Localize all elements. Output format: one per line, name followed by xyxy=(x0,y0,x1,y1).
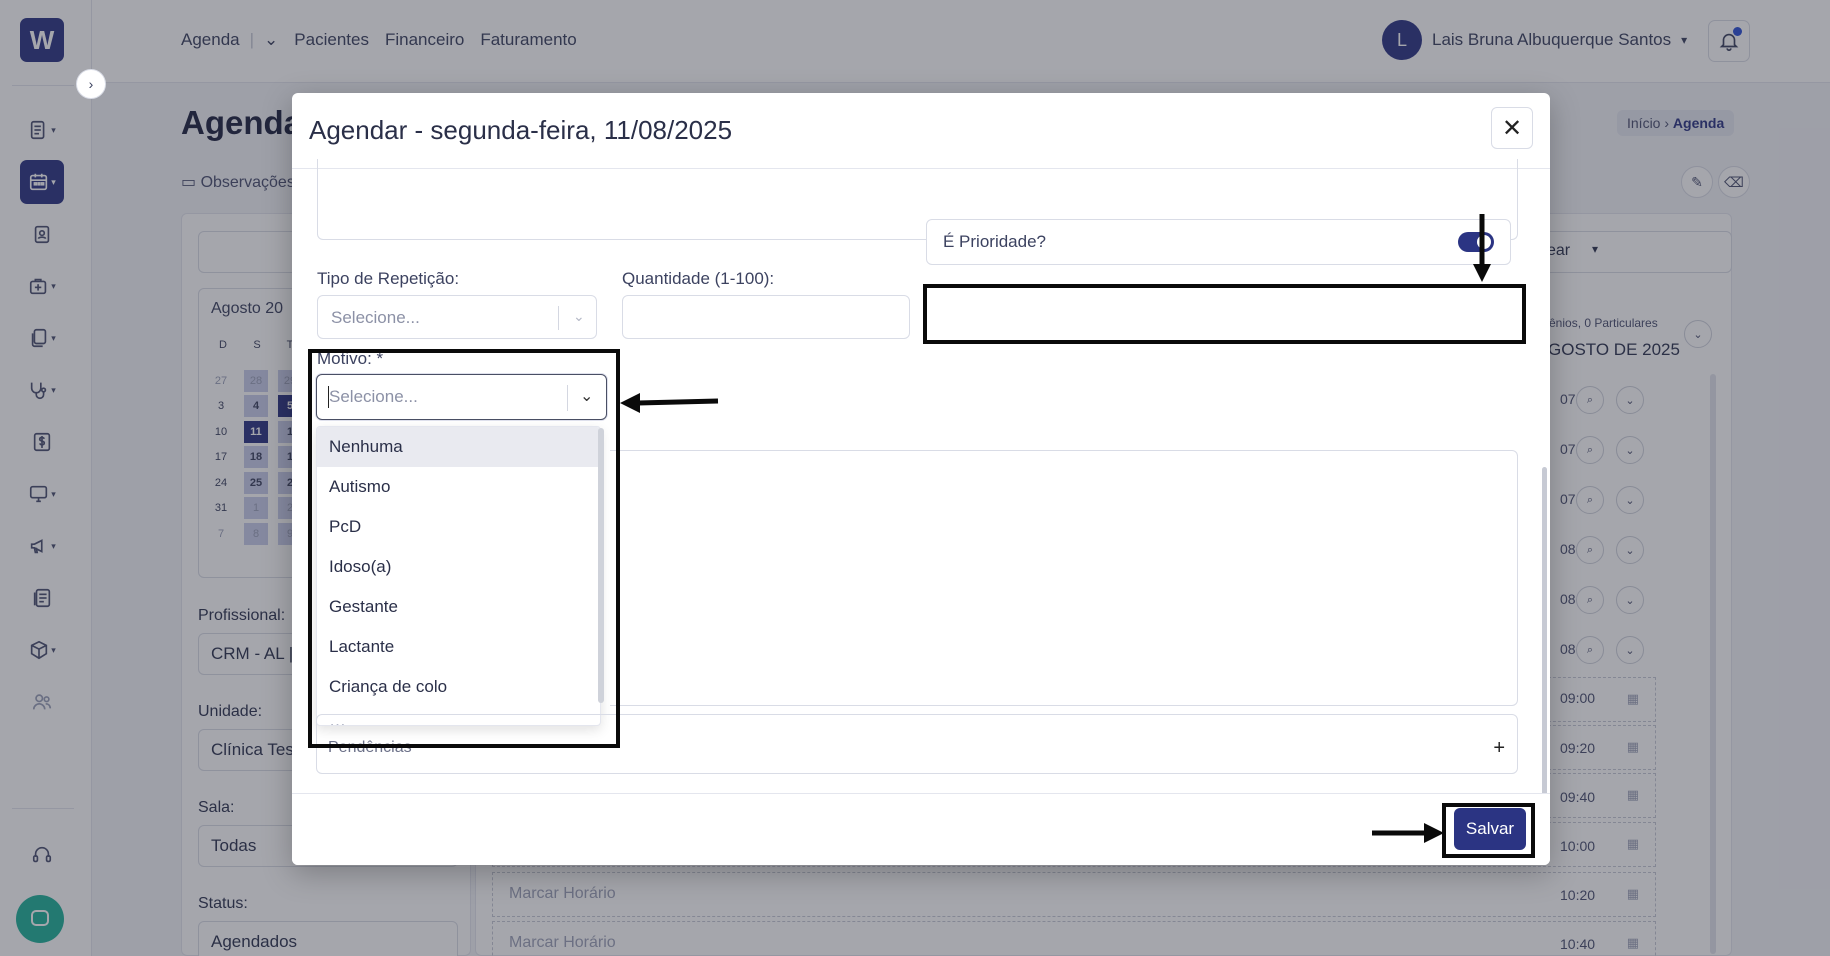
modal-footer: Salvar xyxy=(292,793,1550,865)
add-plus-icon[interactable]: + xyxy=(1493,737,1505,760)
modal-title: Agendar - segunda-feira, 11/08/2025 xyxy=(309,115,733,145)
quantidade-label: Quantidade (1-100): xyxy=(622,269,775,288)
annotation-box-prioridade xyxy=(923,284,1526,344)
prioridade-field: É Prioridade? xyxy=(926,219,1511,265)
annotation-box-motivo xyxy=(308,349,620,748)
tipo-repeticao-select[interactable]: Selecione... ⌄ xyxy=(317,295,597,339)
quantidade-input[interactable] xyxy=(622,295,910,339)
select-divider xyxy=(558,306,559,330)
tipo-repeticao-label: Tipo de Repetição: xyxy=(317,269,460,288)
chevron-down-icon: ⌄ xyxy=(573,308,585,324)
annotation-arrow-down-icon xyxy=(1473,214,1491,282)
modal-header: Agendar - segunda-feira, 11/08/2025 ✕ xyxy=(292,93,1550,169)
annotation-arrow-right-icon xyxy=(1372,823,1444,843)
annotation-box-salvar xyxy=(1442,803,1535,858)
description-textarea[interactable] xyxy=(610,450,1518,706)
tipo-repeticao-placeholder: Selecione... xyxy=(331,308,420,327)
modal-scrollbar[interactable] xyxy=(1542,467,1547,817)
prioridade-label: É Prioridade? xyxy=(943,232,1047,251)
sidebar-expand-icon[interactable]: › xyxy=(76,69,106,99)
annotation-arrow-left-icon xyxy=(620,393,719,413)
close-icon[interactable]: ✕ xyxy=(1491,107,1533,149)
